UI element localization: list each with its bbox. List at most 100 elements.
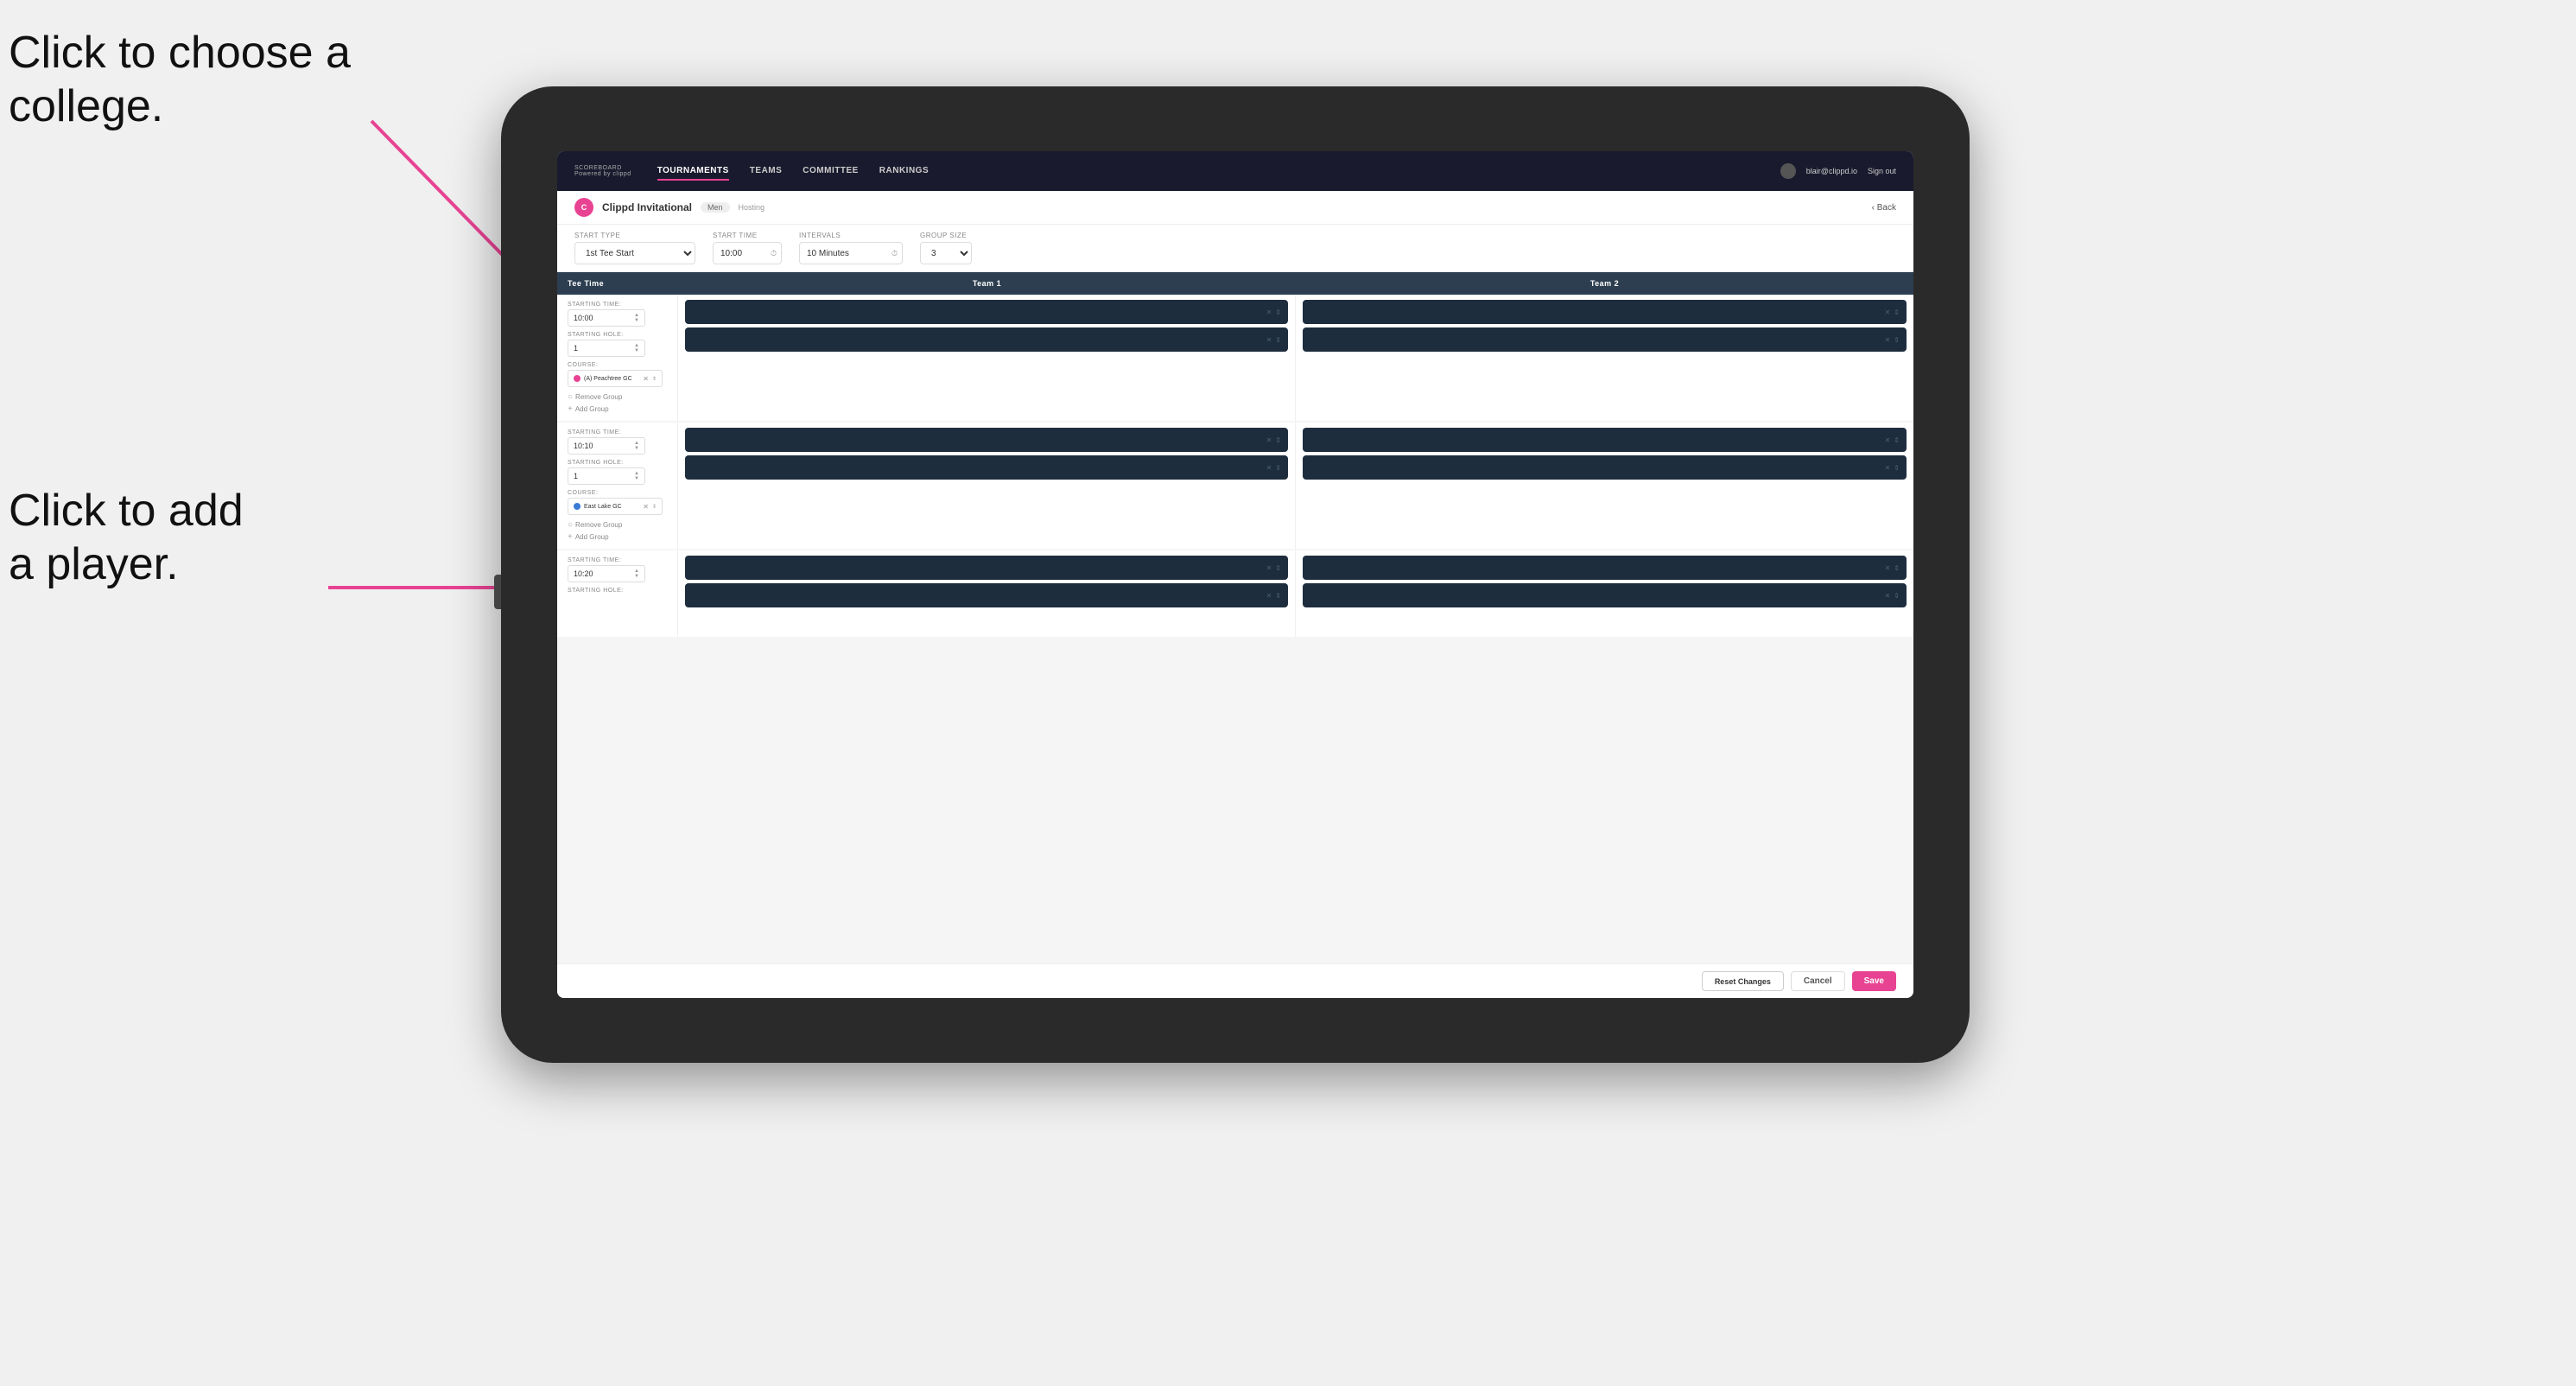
th-team1: Team 1 (678, 272, 1296, 295)
subheader-left: C Clippd Invitational Men Hosting (574, 198, 765, 217)
nav-links: TOURNAMENTS TEAMS COMMITTEE RANKINGS (657, 162, 1780, 181)
intervals-label: Intervals (799, 232, 903, 239)
intervals-field: Intervals ⏱ (799, 232, 903, 264)
main-content: Tee Time Team 1 Team 2 STARTING TIME: 10… (557, 272, 1913, 963)
tablet-screen: SCOREBOARD Powered by clippd TOURNAMENTS… (557, 151, 1913, 998)
tee-actions-2: ○ Remove Group + Add Group (568, 520, 667, 542)
player-slot-2-1[interactable]: ✕ ⇕ (685, 428, 1288, 452)
course-arrows-2: ⇕ (652, 504, 657, 510)
player-slot-1-4[interactable]: ✕ ⇕ (1303, 327, 1907, 352)
start-type-select[interactable]: 1st Tee Start (574, 242, 695, 264)
team1-col-3: ✕ ⇕ ✕ ⇕ (678, 550, 1296, 637)
player-slot-1-3[interactable]: ✕ ⇕ (1303, 300, 1907, 324)
th-team2: Team 2 (1296, 272, 1913, 295)
course-arrows-1: ⇕ (652, 376, 657, 382)
user-avatar (1780, 163, 1796, 179)
save-button[interactable]: Save (1852, 971, 1896, 991)
tournament-badge: Men (701, 202, 730, 213)
player-slot-2-3[interactable]: ✕ ⇕ (1303, 428, 1907, 452)
start-time-field: Start Time ⏱ (713, 232, 782, 264)
navbar: SCOREBOARD Powered by clippd TOURNAMENTS… (557, 151, 1913, 191)
reset-changes-button[interactable]: Reset Changes (1702, 971, 1784, 991)
cancel-button[interactable]: Cancel (1791, 971, 1845, 991)
starting-time-input-1[interactable]: 10:00 ▲▼ (568, 309, 645, 327)
course-dot-2 (574, 503, 581, 510)
nav-tournaments[interactable]: TOURNAMENTS (657, 162, 729, 181)
course-name-2: East Lake GC (584, 504, 622, 510)
tee-row-2: STARTING TIME: 10:10 ▲▼ STARTING HOLE: 1… (557, 423, 1913, 549)
intervals-icon: ⏱ (891, 249, 898, 258)
course-select-2[interactable]: East Lake GC ✕ ⇕ (568, 498, 663, 515)
tee-actions-1: ○ Remove Group + Add Group (568, 392, 667, 414)
slot-arrow-icon-4[interactable]: ⇕ (1894, 336, 1900, 344)
course-select-1[interactable]: (A) Peachtree GC ✕ ⇕ (568, 370, 663, 387)
back-button[interactable]: ‹ Back (1872, 203, 1896, 213)
starting-time-label-1: STARTING TIME: (568, 302, 667, 308)
start-type-field: Start Type 1st Tee Start (574, 232, 695, 264)
add-group-btn-1[interactable]: + Add Group (568, 404, 667, 414)
player-slot-3-4[interactable]: ✕ ⇕ (1303, 583, 1907, 607)
starting-time-input-2[interactable]: 10:10 ▲▼ (568, 437, 645, 455)
player-slot-3-1[interactable]: ✕ ⇕ (685, 556, 1288, 580)
slot-x-icon-2[interactable]: ✕ (1266, 336, 1272, 344)
player-slot-2-4[interactable]: ✕ ⇕ (1303, 455, 1907, 480)
bottom-bar: Reset Changes Cancel Save (557, 963, 1913, 998)
group-size-label: Group Size (920, 232, 972, 239)
player-slot-1-2[interactable]: ✕ ⇕ (685, 327, 1288, 352)
tee-left-1: STARTING TIME: 10:00 ▲▼ STARTING HOLE: 1… (557, 295, 678, 421)
hosting-label: Hosting (739, 203, 765, 212)
tee-row-3: STARTING TIME: 10:20 ▲▼ STARTING HOLE: ✕ (557, 550, 1913, 637)
group-size-field: Group Size 3 (920, 232, 972, 264)
slot-arrow-icon-3[interactable]: ⇕ (1894, 308, 1900, 316)
slot-x-icon[interactable]: ✕ (1266, 308, 1272, 316)
team1-col-2: ✕ ⇕ ✕ ⇕ (678, 423, 1296, 549)
team2-col-2: ✕ ⇕ ✕ ⇕ (1296, 423, 1913, 549)
player-slot-2-2[interactable]: ✕ ⇕ (685, 455, 1288, 480)
tablet-side-button (494, 575, 501, 609)
form-row: Start Type 1st Tee Start Start Time ⏱ In… (557, 225, 1913, 272)
slot-arrow-icon-2[interactable]: ⇕ (1275, 336, 1281, 344)
start-time-label: Start Time (713, 232, 782, 239)
sign-out-link[interactable]: Sign out (1868, 167, 1896, 175)
starting-hole-input-2[interactable]: 1 ▲▼ (568, 467, 645, 485)
slot-x-icon-4[interactable]: ✕ (1885, 336, 1891, 344)
player-slot-1-1[interactable]: ✕ ⇕ (685, 300, 1288, 324)
player-slot-3-2[interactable]: ✕ ⇕ (685, 583, 1288, 607)
slot-arrow-icon[interactable]: ⇕ (1275, 308, 1281, 316)
user-email: blair@clippd.io (1806, 167, 1857, 175)
nav-committee[interactable]: COMMITTEE (803, 162, 859, 181)
course-remove-2[interactable]: ✕ (643, 503, 649, 511)
nav-teams[interactable]: TEAMS (750, 162, 783, 181)
tee-section-2: STARTING TIME: 10:10 ▲▼ STARTING HOLE: 1… (557, 423, 1913, 549)
tee-section-3: STARTING TIME: 10:20 ▲▼ STARTING HOLE: ✕ (557, 550, 1913, 637)
tee-left-2: STARTING TIME: 10:10 ▲▼ STARTING HOLE: 1… (557, 423, 678, 549)
time-arrows-3: ▲▼ (634, 569, 639, 579)
course-dot-1 (574, 375, 581, 382)
remove-group-btn-2[interactable]: ○ Remove Group (568, 520, 667, 530)
intervals-input[interactable] (799, 242, 903, 264)
team2-col-1: ✕ ⇕ ✕ ⇕ (1296, 295, 1913, 421)
add-group-btn-2[interactable]: + Add Group (568, 532, 667, 542)
brand-logo: SCOREBOARD Powered by clippd (574, 165, 631, 177)
team1-col-1: ✕ ⇕ ✕ ⇕ (678, 295, 1296, 421)
player-slot-3-3[interactable]: ✕ ⇕ (1303, 556, 1907, 580)
tee-row-1: STARTING TIME: 10:00 ▲▼ STARTING HOLE: 1… (557, 295, 1913, 421)
tournament-title: Clippd Invitational (602, 201, 692, 213)
tee-section-1: STARTING TIME: 10:00 ▲▼ STARTING HOLE: 1… (557, 295, 1913, 421)
starting-time-input-3[interactable]: 10:20 ▲▼ (568, 565, 645, 582)
hole-arrows-1: ▲▼ (634, 343, 639, 353)
nav-rankings[interactable]: RANKINGS (879, 162, 929, 181)
time-arrows-2: ▲▼ (634, 441, 639, 451)
starting-hole-label-1: STARTING HOLE: (568, 332, 667, 338)
slot-x-icon-3[interactable]: ✕ (1885, 308, 1891, 316)
remove-group-btn-1[interactable]: ○ Remove Group (568, 392, 667, 402)
course-label-1: COURSE: (568, 362, 667, 368)
tablet-shell: SCOREBOARD Powered by clippd TOURNAMENTS… (501, 86, 1970, 1063)
group-size-select[interactable]: 3 (920, 242, 972, 264)
team2-col-3: ✕ ⇕ ✕ ⇕ (1296, 550, 1913, 637)
course-remove-1[interactable]: ✕ (643, 375, 649, 383)
clock-icon: ⏱ (771, 249, 777, 258)
intervals-input-wrapper: ⏱ (799, 242, 903, 264)
starting-hole-input-1[interactable]: 1 ▲▼ (568, 340, 645, 357)
subheader: C Clippd Invitational Men Hosting ‹ Back (557, 191, 1913, 225)
